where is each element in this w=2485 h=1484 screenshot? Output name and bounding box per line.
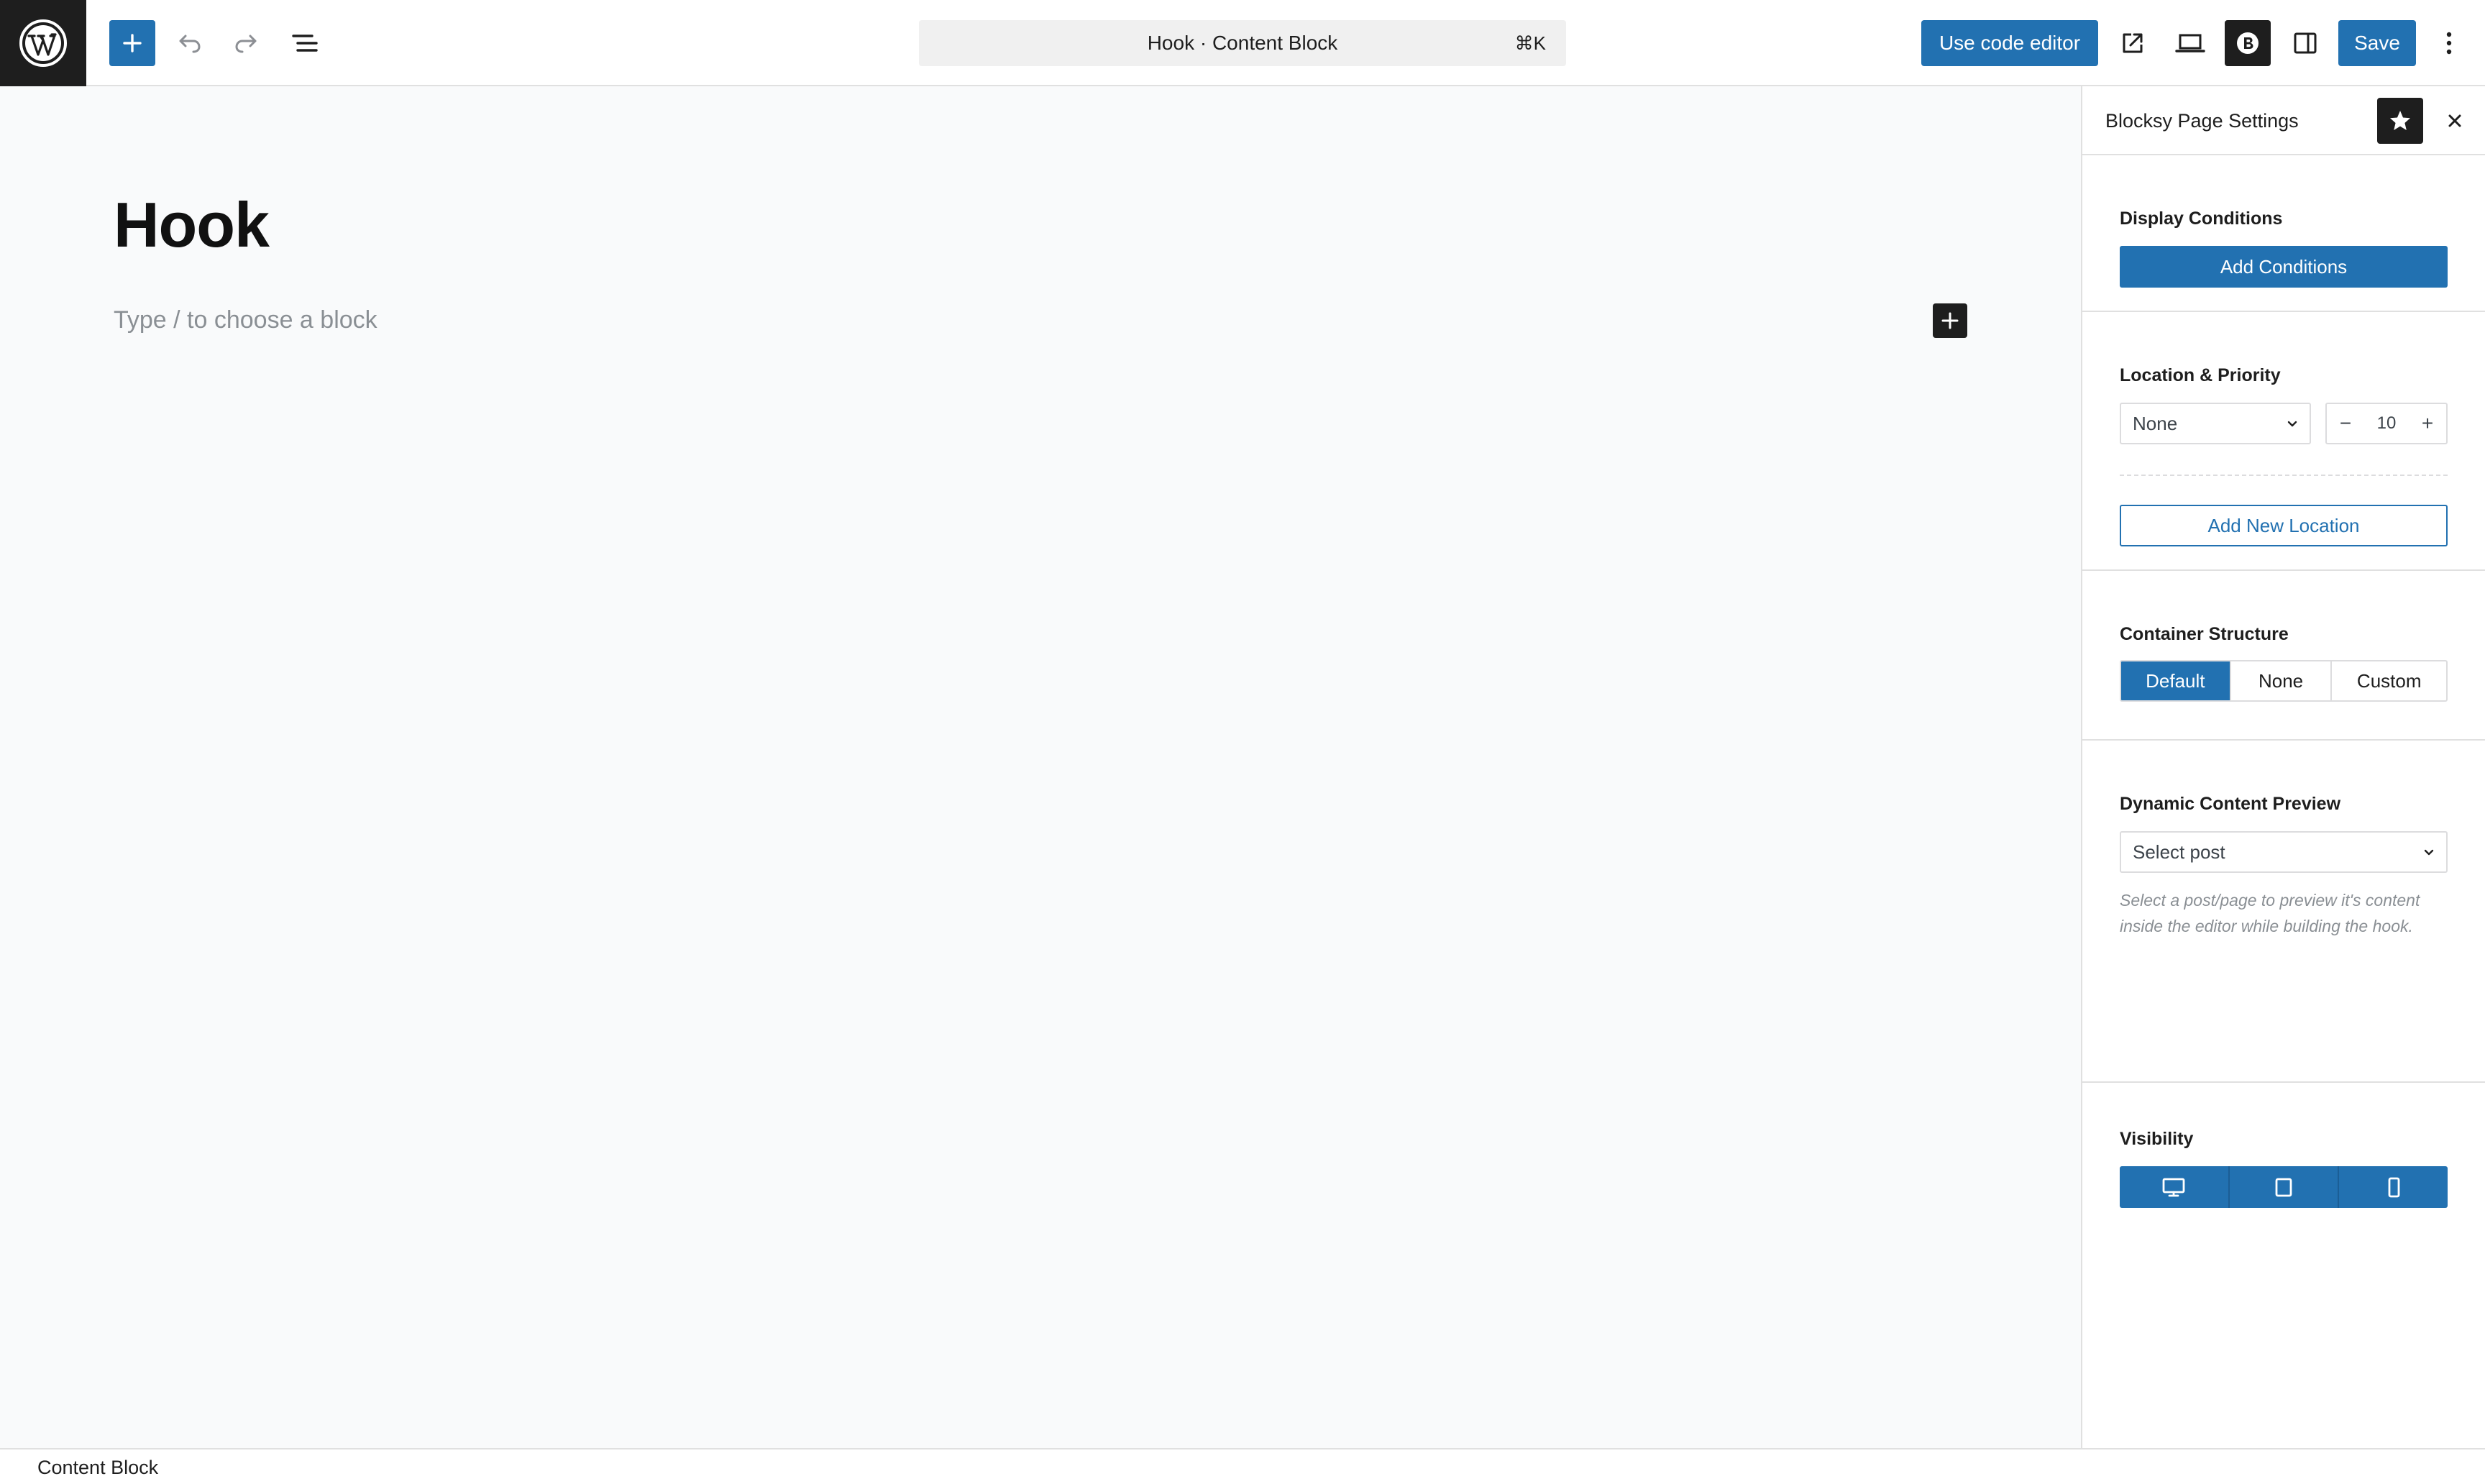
divider bbox=[2120, 475, 2448, 476]
tablet-icon bbox=[2275, 1178, 2292, 1197]
close-icon bbox=[2448, 114, 2461, 127]
sidebar-header: Blocksy Page Settings bbox=[2082, 86, 2485, 155]
sidebar-toggle-icon bbox=[2294, 32, 2317, 54]
view-post-button[interactable] bbox=[2113, 20, 2153, 66]
decrease-priority-button[interactable]: − bbox=[2328, 403, 2363, 444]
desktop-preview-icon bbox=[2175, 34, 2205, 52]
external-link-icon bbox=[2123, 33, 2143, 53]
pin-to-toolbar-button[interactable] bbox=[2377, 98, 2423, 144]
location-priority-section: Location & Priority None − 10 + Add New … bbox=[2082, 312, 2485, 571]
blocksy-logo-icon bbox=[2237, 32, 2259, 54]
undo-button[interactable] bbox=[170, 20, 210, 66]
location-select[interactable]: None bbox=[2120, 403, 2311, 444]
redo-button[interactable] bbox=[226, 20, 266, 66]
priority-value[interactable]: 10 bbox=[2363, 403, 2410, 444]
plus-icon bbox=[123, 34, 142, 52]
redo-icon bbox=[235, 35, 257, 53]
device-preview-button[interactable] bbox=[2169, 20, 2212, 66]
container-structure-section: Container Structure Default None Custom bbox=[2082, 571, 2485, 741]
keyboard-shortcut: ⌘K bbox=[1514, 32, 1546, 54]
visibility-desktop-button[interactable] bbox=[2120, 1166, 2230, 1208]
add-new-location-button[interactable]: Add New Location bbox=[2120, 505, 2448, 546]
command-center[interactable]: Hook · Content Block ⌘K bbox=[919, 20, 1566, 66]
visibility-device-toggle bbox=[2120, 1166, 2448, 1208]
toggle-block-inserter-button[interactable] bbox=[109, 20, 155, 66]
undo-icon bbox=[179, 35, 201, 53]
visibility-label: Visibility bbox=[2120, 1129, 2194, 1149]
priority-stepper[interactable]: − 10 + bbox=[2325, 403, 2448, 444]
display-conditions-label: Display Conditions bbox=[2120, 209, 2283, 229]
container-structure-toggle: Default None Custom bbox=[2120, 660, 2448, 702]
dynamic-preview-help-text: Select a post/page to preview it's conte… bbox=[2120, 891, 2420, 935]
sidebar-title: Blocksy Page Settings bbox=[2105, 110, 2299, 132]
empty-block-placeholder[interactable]: Type / to choose a block bbox=[114, 306, 377, 334]
container-structure-label: Container Structure bbox=[2120, 624, 2289, 644]
increase-priority-button[interactable]: + bbox=[2410, 403, 2445, 444]
wordpress-logo-icon[interactable] bbox=[0, 0, 86, 86]
document-overview-button[interactable] bbox=[283, 20, 326, 66]
save-button[interactable]: Save bbox=[2338, 20, 2416, 66]
dynamic-preview-label: Dynamic Content Preview bbox=[2120, 794, 2341, 814]
dynamic-content-preview-section: Dynamic Content Preview Select post Sele… bbox=[2082, 741, 2485, 1083]
list-view-icon bbox=[292, 35, 318, 52]
container-custom-option[interactable]: Custom bbox=[2332, 661, 2446, 700]
editor-canvas[interactable]: Hook Type / to choose a block bbox=[0, 86, 2081, 1448]
container-default-option[interactable]: Default bbox=[2121, 661, 2231, 700]
block-breadcrumb[interactable]: Content Block bbox=[37, 1449, 158, 1484]
container-none-option[interactable]: None bbox=[2231, 661, 2333, 700]
mobile-icon bbox=[2388, 1177, 2400, 1198]
location-priority-label: Location & Priority bbox=[2120, 365, 2281, 385]
plus-icon bbox=[1941, 312, 1959, 329]
location-select-value: None bbox=[2133, 412, 2178, 434]
chevron-down-icon bbox=[2287, 421, 2297, 427]
visibility-tablet-button[interactable] bbox=[2230, 1166, 2340, 1208]
options-menu-button[interactable] bbox=[2429, 20, 2469, 66]
command-center-title: Hook · Content Block bbox=[1147, 32, 1338, 54]
editor-footer: Content Block bbox=[0, 1448, 2485, 1484]
add-block-button[interactable] bbox=[1933, 303, 1967, 338]
post-title[interactable]: Hook bbox=[114, 187, 270, 263]
settings-sidebar: Blocksy Page Settings Display Conditions… bbox=[2081, 86, 2485, 1448]
editor-header: Hook · Content Block ⌘K Use code editor … bbox=[0, 0, 2485, 86]
more-vertical-icon bbox=[2446, 32, 2452, 55]
settings-sidebar-button[interactable] bbox=[2284, 20, 2327, 66]
blocksy-settings-button[interactable] bbox=[2225, 20, 2271, 66]
close-sidebar-button[interactable] bbox=[2438, 104, 2472, 138]
use-code-editor-button[interactable]: Use code editor bbox=[1921, 20, 2098, 66]
select-post-dropdown[interactable]: Select post bbox=[2120, 831, 2448, 873]
visibility-mobile-button[interactable] bbox=[2339, 1166, 2448, 1208]
desktop-icon bbox=[2162, 1178, 2185, 1197]
display-conditions-section: Display Conditions Add Conditions bbox=[2082, 155, 2485, 312]
visibility-section: Visibility bbox=[2082, 1083, 2485, 1241]
select-post-value: Select post bbox=[2133, 841, 2225, 863]
star-icon bbox=[2390, 111, 2410, 130]
add-conditions-button[interactable]: Add Conditions bbox=[2120, 246, 2448, 288]
chevron-down-icon bbox=[2424, 849, 2434, 856]
